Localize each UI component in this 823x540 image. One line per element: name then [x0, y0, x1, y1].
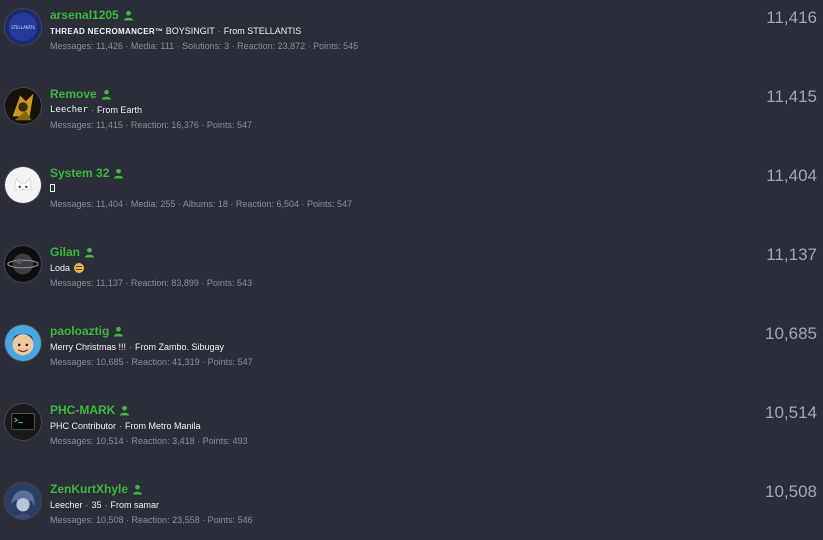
user-title-line: Leecher · From Earth — [50, 105, 142, 115]
avatar[interactable] — [4, 87, 42, 125]
member-count: 10,514 — [765, 403, 817, 422]
user-location: From samar — [110, 500, 160, 510]
cute-cat-icon — [5, 167, 41, 203]
member-count: 11,404 — [766, 166, 817, 185]
member-count: 11,137 — [766, 245, 817, 264]
user-stats: Messages: 10,508 · Reaction: 23,558 · Po… — [50, 515, 253, 525]
member-count: 11,416 — [766, 8, 817, 27]
username-line: paoloaztig — [50, 323, 124, 339]
member-count: 10,508 — [765, 482, 817, 501]
user-icon — [101, 89, 112, 100]
stellantis-logo-icon: STELLANTIS — [5, 9, 41, 45]
user-icon — [123, 10, 134, 21]
username-link[interactable]: ZenKurtXhyle — [50, 482, 128, 496]
user-icon — [132, 484, 143, 495]
user-stats: Messages: 10,685 · Reaction: 41,319 · Po… — [50, 357, 253, 367]
character-icon — [5, 88, 41, 124]
member-list: STELLANTIS arsenal1205 THREAD NECROMANCE… — [0, 0, 823, 540]
user-title-line: THREAD NECROMANCER™ BOYSINGIT · From STE… — [50, 26, 302, 36]
avatar[interactable] — [4, 166, 42, 204]
username-link[interactable]: arsenal1205 — [50, 8, 119, 22]
user-stats: Messages: 11,404 · Media: 255 · Albums: … — [50, 199, 353, 209]
user-title-line: Leecher · 35 · From samar — [50, 500, 160, 510]
user-title-line: PHC Contributor · From Metro Manila — [50, 421, 201, 431]
user-stats: Messages: 11,426 · Media: 111 · Solution… — [50, 41, 359, 51]
username-line: Gilan — [50, 244, 95, 260]
user-stats: Messages: 10,514 · Reaction: 3,418 · Poi… — [50, 436, 248, 446]
user-location: From STELLANTIS — [223, 26, 302, 36]
user-location: From Metro Manila — [125, 421, 201, 431]
username-link[interactable]: Gilan — [50, 245, 80, 259]
user-title: Leecher — [50, 105, 88, 115]
avatar[interactable] — [4, 324, 42, 362]
svg-text:STELLANTIS: STELLANTIS — [11, 25, 35, 30]
member-row: System 32 Messages: 11,404 · Media: 255 … — [0, 158, 823, 237]
grimace-emoji-icon — [74, 263, 85, 273]
member-row: PHC-MARK PHC Contributor · From Metro Ma… — [0, 395, 823, 474]
username-link[interactable]: Remove — [50, 87, 97, 101]
user-title: PHC Contributor — [50, 421, 117, 431]
username-line: System 32 — [50, 165, 124, 181]
user-banner: THREAD NECROMANCER™ — [50, 26, 164, 36]
member-row: Remove Leecher · From Earth Messages: 11… — [0, 79, 823, 158]
anime-character-icon — [5, 483, 41, 519]
user-title-line: Loda — [50, 263, 85, 273]
user-title: Leecher — [50, 500, 83, 510]
avatar[interactable] — [4, 245, 42, 283]
user-title: Merry Christmas !!! — [50, 342, 127, 352]
username-line: Remove — [50, 86, 112, 102]
terminal-icon — [5, 404, 41, 440]
user-stats: Messages: 11,137 · Reaction: 83,899 · Po… — [50, 278, 252, 288]
dark-planet-icon — [5, 246, 41, 282]
username-line: arsenal1205 — [50, 7, 134, 23]
member-row: ZenKurtXhyle Leecher · 35 · From samar M… — [0, 474, 823, 540]
member-row: Gilan Loda Messages: 11,137 · Reaction: … — [0, 237, 823, 316]
username-line: PHC-MARK — [50, 402, 130, 418]
user-stats: Messages: 11,415 · Reaction: 16,376 · Po… — [50, 120, 252, 130]
user-icon — [84, 247, 95, 258]
cartoon-face-icon — [5, 325, 41, 361]
user-title-line — [50, 184, 55, 192]
user-location: From Zambo. Sibugay — [135, 342, 225, 352]
avatar[interactable] — [4, 403, 42, 441]
member-row: STELLANTIS arsenal1205 THREAD NECROMANCE… — [0, 0, 823, 79]
username-link[interactable]: paoloaztig — [50, 324, 109, 338]
missing-glyph-icon — [50, 184, 55, 192]
avatar[interactable]: STELLANTIS — [4, 8, 42, 46]
user-title: BOYSINGIT — [165, 26, 215, 36]
member-count: 10,685 — [765, 324, 817, 343]
user-title-line: Merry Christmas !!! · From Zambo. Sibuga… — [50, 342, 225, 352]
user-age: 35 — [91, 500, 102, 510]
user-location: From Earth — [96, 105, 142, 115]
user-icon — [113, 168, 124, 179]
user-icon — [113, 326, 124, 337]
member-count: 11,415 — [766, 87, 817, 106]
member-row: paoloaztig Merry Christmas !!! · From Za… — [0, 316, 823, 395]
username-link[interactable]: System 32 — [50, 166, 109, 180]
user-icon — [119, 405, 130, 416]
username-line: ZenKurtXhyle — [50, 481, 143, 497]
avatar[interactable] — [4, 482, 42, 520]
username-link[interactable]: PHC-MARK — [50, 403, 115, 417]
user-title: Loda — [50, 263, 71, 273]
